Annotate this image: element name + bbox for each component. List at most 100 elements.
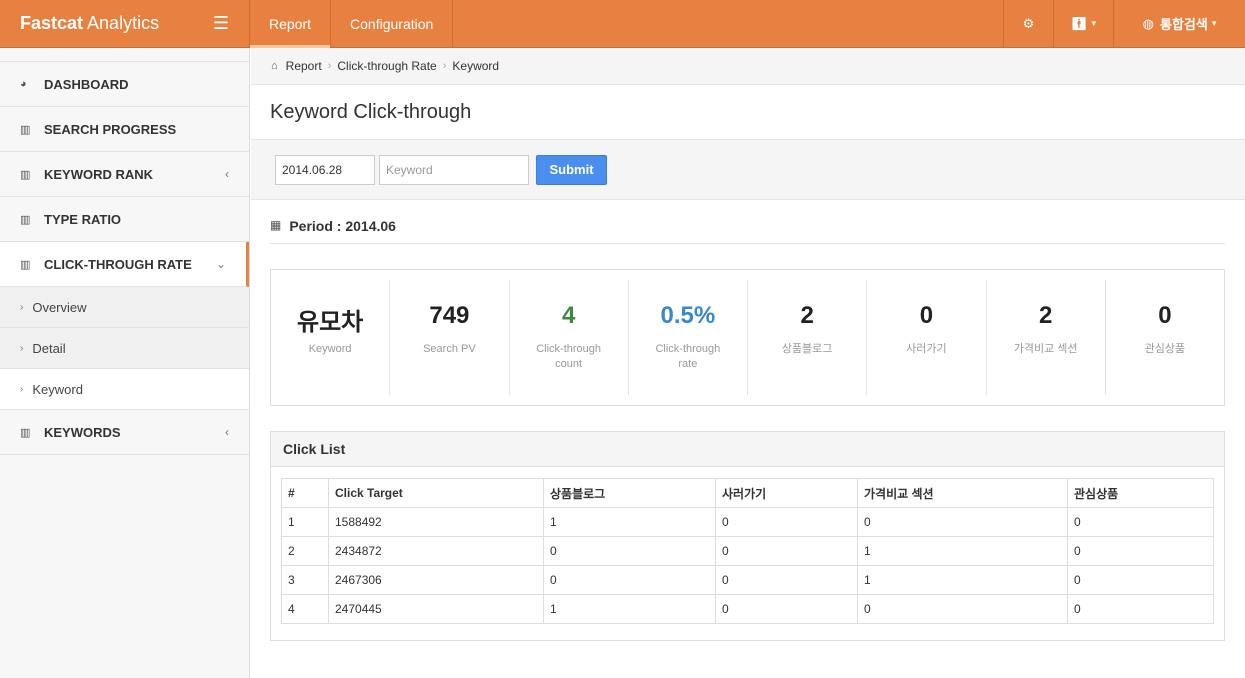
column-header: 사러가기 [715,478,858,508]
table-cell: 2470445 [328,594,544,624]
table-cell: 3 [281,565,329,595]
table-cell: 0 [715,536,858,566]
click-list-title: Click List [271,432,1224,467]
table-row: 3 2467306 0 0 1 0 [281,565,1214,595]
bar-chart-icon: ▥ [20,168,31,181]
keyword-input[interactable] [379,154,529,185]
breadcrumb: ⌂ Report › Click-through Rate › Keyword [251,48,1245,85]
table-cell: 1 [857,565,1068,595]
search-scope-dropdown[interactable]: ◍ 통합검색 ▾ [1113,0,1245,47]
settings-button[interactable]: ⚙ [1003,0,1053,47]
bar-chart-icon: ▥ [20,258,31,271]
table-cell: 0 [1067,594,1214,624]
brand-logo[interactable]: Fastcat Analytics [20,13,159,34]
search-form: Submit [251,140,1245,200]
date-input[interactable] [275,154,375,185]
table-row: 2 2434872 0 0 1 0 [281,536,1214,566]
tab-report[interactable]: Report [250,0,332,48]
table-cell: 0 [715,565,858,595]
sidebar-item-type-ratio[interactable]: ▥ TYPE RATIO [0,197,249,242]
column-header: Click Target [328,478,544,508]
sidebar: ◕ DASHBOARD ▥ SEARCH PROGRESS ▥ KEYWORD … [0,48,250,678]
calendar-icon: ▦ [270,218,282,232]
stats-panel: 유모차 Keyword 749 Search PV 4 Click-throug… [270,269,1225,406]
bar-chart-icon: ▥ [20,123,31,136]
bar-chart-icon: ▥ [20,426,31,439]
breadcrumb-separator-icon: › [442,60,447,72]
stat-search-pv: 749 Search PV [390,280,510,395]
breadcrumb-click-through-rate[interactable]: Click-through Rate [337,59,436,73]
table-cell: 0 [1067,536,1214,566]
sidebar-subitem-keyword[interactable]: › Keyword [0,369,249,410]
column-header: 가격비교 섹션 [857,478,1068,508]
tab-configuration[interactable]: Configuration [331,0,454,47]
column-header: # [281,478,329,508]
sidebar-subitem-detail[interactable]: › Detail [0,328,249,369]
breadcrumb-keyword: Keyword [452,59,500,73]
globe-icon: ◍ [1142,15,1154,31]
table-cell: 4 [281,594,329,624]
sidebar-item-keyword-rank[interactable]: ▥ KEYWORD RANK ‹ [0,152,249,197]
breadcrumb-separator-icon: › [327,60,332,72]
dashboard-icon: ◕ [20,78,27,90]
table-cell: 2467306 [328,565,544,595]
top-tabs: Report Configuration [250,0,454,48]
table-cell: 2 [281,536,329,566]
chevron-right-icon: › [20,342,24,354]
user-menu-button[interactable]: 🚹︎ ▾ [1053,0,1113,47]
stat-wishlist: 0 관심상품 [1144,302,1186,355]
brand-area: Fastcat Analytics ☰ [0,0,250,47]
submit-button[interactable]: Submit [536,154,607,185]
chevron-right-icon: › [20,383,24,395]
stat-keyword: 유모차 Keyword [271,280,391,395]
stat-click-through-rate: 0.5% Click-through rate [629,280,748,395]
table-cell: 0 [1067,565,1214,595]
bar-chart-icon: ▥ [20,213,31,226]
table-cell: 1 [281,507,329,537]
breadcrumb-report[interactable]: Report [286,59,322,73]
menu-toggle-icon[interactable]: ☰ [213,13,229,34]
column-header: 관심상품 [1067,478,1214,508]
chevron-down-icon: ⌄ [215,257,226,271]
table-cell: 1588492 [328,507,544,537]
gear-icon: ⚙ [1022,15,1035,31]
stat-buy-now: 0 사러가기 [867,280,987,395]
page-title: Keyword Click-through [251,85,1245,140]
table-cell: 0 [543,536,716,566]
table-cell: 1 [857,536,1068,566]
top-right-actions: ⚙ 🚹︎ ▾ ◍ 통합검색 ▾ [1003,0,1245,47]
chevron-right-icon: › [20,301,24,313]
table-row: 4 2470445 1 0 0 0 [281,594,1214,624]
period-header: ▦ Period : 2014.06 [270,218,1225,244]
table-cell: 1 [543,594,716,624]
table-cell: 2434872 [328,536,544,566]
table-cell: 0 [857,594,1068,624]
chevron-left-icon: ‹ [225,425,229,439]
column-header: 상품블로그 [543,478,716,508]
sidebar-item-keywords[interactable]: ▥ KEYWORDS ‹ [0,410,249,455]
table-cell: 0 [715,594,858,624]
sidebar-subitem-overview[interactable]: › Overview [0,287,249,328]
sidebar-item-dashboard[interactable]: ◕ DASHBOARD [0,62,249,107]
main-content: ⌂ Report › Click-through Rate › Keyword … [251,48,1245,678]
table-row: 1 1588492 1 0 0 0 [281,507,1214,537]
table-header-row: # Click Target 상품블로그 사러가기 가격비교 섹션 관심상품 [281,478,1214,508]
home-icon[interactable]: ⌂ [271,60,278,72]
table-cell: 0 [715,507,858,537]
stat-price-comparison: 2 가격비교 섹션 [987,280,1106,395]
click-list-panel: Click List # Click Target 상품블로그 사러가기 가격비… [270,431,1225,641]
table-cell: 0 [1067,507,1214,537]
sidebar-item-click-through-rate[interactable]: ▥ CLICK-THROUGH RATE ⌄ [0,242,249,287]
table-cell: 0 [857,507,1068,537]
top-navbar: Fastcat Analytics ☰ Report Configuration… [0,0,1245,48]
stat-click-through-count: 4 Click-through count [510,280,629,395]
click-list-table: # Click Target 상품블로그 사러가기 가격비교 섹션 관심상품 1… [281,478,1214,624]
chevron-down-icon: ▾ [1091,18,1097,28]
user-icon: 🚹︎ [1070,15,1088,31]
table-cell: 1 [543,507,716,537]
sidebar-item-search-progress[interactable]: ▥ SEARCH PROGRESS [0,107,249,152]
table-cell: 0 [543,565,716,595]
chevron-left-icon: ‹ [225,167,229,181]
stat-product-blog: 2 상품블로그 [748,280,868,395]
chevron-down-icon: ▾ [1211,18,1217,28]
